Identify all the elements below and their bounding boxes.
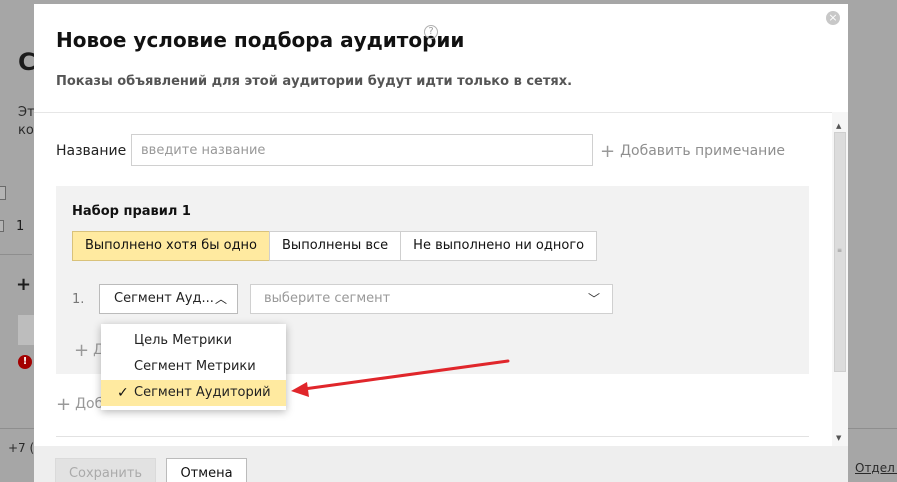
annotation-arrow-head [291, 382, 309, 397]
annotation-arrow [291, 359, 510, 397]
annotation-arrow-line [302, 359, 510, 391]
